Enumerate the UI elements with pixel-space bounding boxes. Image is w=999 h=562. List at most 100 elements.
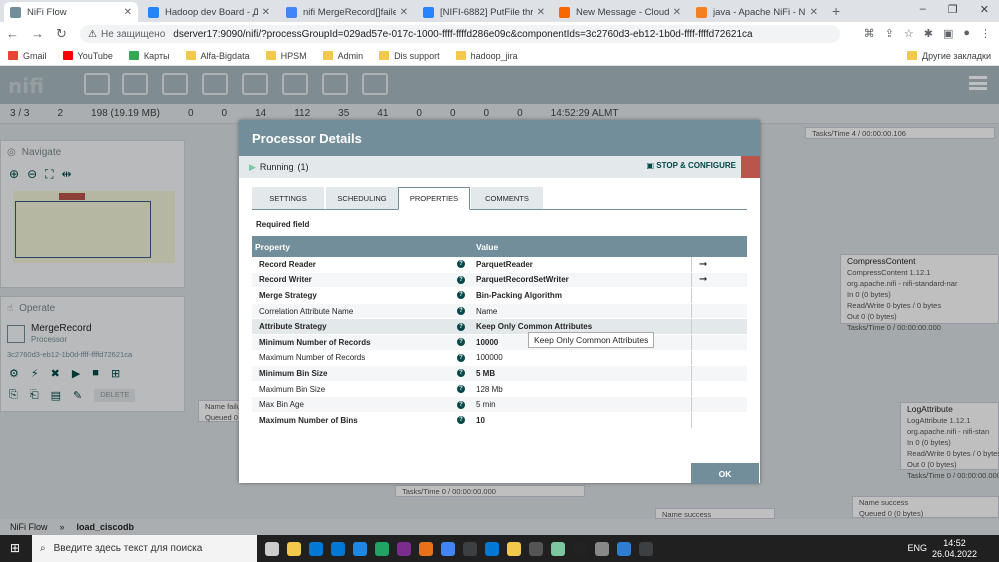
taskbar-app-icon[interactable] (419, 541, 433, 556)
tab-properties[interactable]: PROPERTIES (398, 187, 470, 210)
property-row[interactable]: Merge Strategy? Bin-Packing Algorithm (252, 288, 747, 304)
property-row[interactable]: Attribute Strategy? Keep Only Common Attr… (252, 319, 747, 335)
go-to-service-icon[interactable]: ➞ (699, 274, 707, 285)
property-value[interactable]: 128 Mb (473, 381, 692, 397)
profile-icon[interactable]: ● (963, 27, 970, 40)
other-bookmarks[interactable]: Другие закладки (907, 51, 991, 61)
warning-icon[interactable]: ⚠ (88, 29, 97, 40)
menu-icon[interactable]: ⋮ (980, 27, 991, 40)
close-tab-icon[interactable]: ✕ (537, 7, 545, 18)
property-value[interactable]: Name (473, 303, 692, 319)
property-value[interactable]: 5 MB (473, 366, 692, 381)
taskbar-app-icon[interactable] (507, 541, 521, 556)
taskbar-app-icon[interactable] (595, 541, 609, 556)
close-tab-icon[interactable]: ✕ (262, 7, 270, 18)
property-value[interactable]: 10 (473, 412, 692, 428)
close-tab-icon[interactable]: ✕ (400, 7, 408, 18)
property-row[interactable]: Record Writer? ParquetRecordSetWriter ➞ (252, 272, 747, 289)
property-value[interactable]: ParquetRecordSetWriter (473, 272, 692, 288)
taskbar-app-icon[interactable] (551, 541, 565, 556)
new-tab-icon[interactable]: + (832, 3, 840, 19)
bookmark-item[interactable]: Gmail (8, 51, 47, 61)
taskbar-app-icon[interactable] (463, 541, 477, 556)
system-clock[interactable]: 14:52 26.04.2022 (932, 538, 977, 560)
property-row[interactable]: Maximum Number of Bins? 10 (252, 412, 747, 429)
help-icon[interactable]: ? (457, 322, 465, 331)
help-icon[interactable]: ? (457, 260, 465, 269)
taskbar-app-icon[interactable] (287, 541, 301, 556)
extensions-icon[interactable]: ✱ (924, 27, 933, 40)
browser-tab[interactable]: Hadoop dev Board - Доска ✕ (142, 2, 276, 22)
taskbar-app-icon[interactable] (485, 541, 499, 556)
property-row[interactable]: Maximum Bin Size? 128 Mb (252, 381, 747, 398)
omnibox[interactable]: ⚠ Не защищено dserver17:9090/nifi/?proce… (80, 25, 840, 43)
ok-button[interactable]: OK (691, 463, 759, 484)
close-tab-icon[interactable]: ✕ (810, 7, 818, 18)
url-text[interactable]: dserver17:9090/nifi/?processGroupId=029a… (173, 29, 752, 40)
help-icon[interactable]: ? (457, 338, 465, 347)
browser-tab[interactable]: java - Apache NiFi - NullPo ✕ (690, 2, 824, 22)
bookmark-item[interactable]: YouTube (62, 51, 113, 61)
close-tab-icon[interactable]: ✕ (124, 7, 132, 18)
help-icon[interactable]: ? (457, 291, 465, 300)
browser-tab[interactable]: nifi MergeRecord[]failed to ✕ (280, 2, 414, 22)
browser-tab[interactable]: [NIFI-6882] PutFile throws ✕ (417, 2, 551, 22)
bookmark-item[interactable]: Admin (322, 51, 363, 61)
property-row[interactable]: Max Bin Age? 5 min (252, 397, 747, 413)
property-row[interactable]: Minimum Number of Records? 10000 (252, 334, 747, 351)
translate-icon[interactable]: ⌘ (864, 27, 875, 40)
property-row[interactable]: Maximum Number of Records? 100000 (252, 350, 747, 367)
taskbar-app-icon[interactable] (309, 541, 323, 556)
property-row[interactable]: Record Reader? ParquetReader ➞ (252, 257, 747, 273)
tab-settings[interactable]: SETTINGS (252, 187, 324, 209)
property-value[interactable]: Bin-Packing Algorithm (473, 288, 692, 303)
property-row[interactable]: Correlation Attribute Name? Name (252, 303, 747, 320)
restore-icon[interactable]: ❐ (948, 3, 958, 16)
bookmark-item[interactable]: Карты (128, 51, 170, 61)
back-icon[interactable]: ← (6, 26, 19, 42)
language-indicator[interactable]: ENG (907, 543, 927, 553)
taskbar-search[interactable]: ⌕ Введите здесь текст для поиска (32, 535, 257, 562)
sidepanel-icon[interactable]: ▣ (943, 27, 953, 40)
taskbar-app-icon[interactable] (265, 541, 279, 556)
go-to-service-icon[interactable]: ➞ (699, 259, 707, 270)
bookmark-item[interactable]: Dis support (379, 51, 440, 61)
taskbar-app-icon[interactable] (397, 541, 411, 556)
bulletin-button[interactable] (741, 156, 760, 178)
taskbar-app-icon[interactable] (617, 541, 631, 556)
taskbar-app-icon[interactable] (573, 541, 587, 556)
bookmark-item[interactable]: HPSM (265, 51, 307, 61)
forward-icon[interactable]: → (31, 26, 44, 42)
taskbar-app-icon[interactable] (441, 541, 455, 556)
tab-scheduling[interactable]: SCHEDULING (326, 187, 398, 209)
help-icon[interactable]: ? (457, 400, 465, 409)
help-icon[interactable]: ? (457, 307, 465, 316)
taskbar-app-icon[interactable] (529, 541, 543, 556)
property-value[interactable]: ParquetReader (473, 257, 692, 272)
bookmark-item[interactable]: hadoop_jira (455, 51, 518, 61)
windows-start-icon[interactable]: ⊞ (10, 541, 20, 555)
reload-icon[interactable]: ↻ (56, 26, 67, 42)
minimize-icon[interactable]: – (920, 3, 926, 16)
star-icon[interactable]: ☆ (904, 27, 914, 40)
window-close-icon[interactable]: ✕ (980, 3, 989, 16)
close-tab-icon[interactable]: ✕ (673, 7, 681, 18)
taskbar-app-icon[interactable] (331, 541, 345, 556)
browser-tab[interactable]: NiFi Flow ✕ (4, 2, 138, 22)
property-value[interactable]: 100000 (473, 350, 692, 366)
tab-comments[interactable]: COMMENTS (471, 187, 543, 209)
taskbar-app-icon[interactable] (375, 541, 389, 556)
bookmark-item[interactable]: Alfa-Bigdata (185, 51, 250, 61)
browser-tab[interactable]: New Message - Cloudera C ✕ (553, 2, 687, 22)
taskbar-app-icon[interactable] (353, 541, 367, 556)
taskbar-app-icon[interactable] (639, 541, 653, 556)
help-icon[interactable]: ? (457, 353, 465, 362)
help-icon[interactable]: ? (457, 385, 465, 394)
help-icon[interactable]: ? (457, 416, 465, 425)
help-icon[interactable]: ? (457, 275, 465, 284)
property-row[interactable]: Minimum Bin Size? 5 MB (252, 366, 747, 382)
property-value[interactable]: 5 min (473, 397, 692, 412)
share-icon[interactable]: ⇪ (885, 27, 894, 40)
stop-configure-button[interactable]: ▣ STOP & CONFIGURE (647, 161, 737, 170)
help-icon[interactable]: ? (457, 369, 465, 378)
